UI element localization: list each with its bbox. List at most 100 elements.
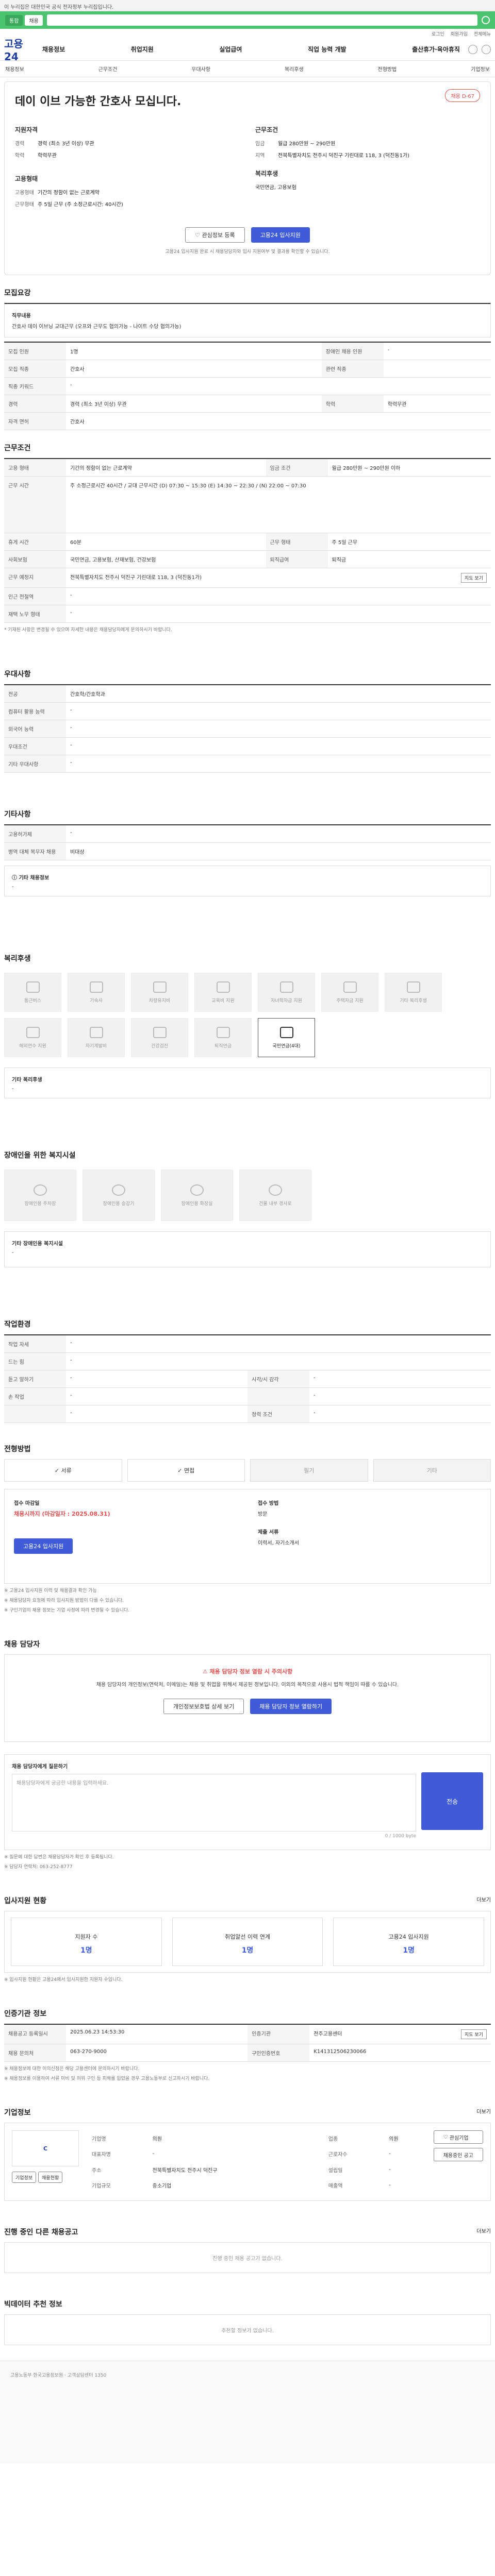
- row-key: 임금 조건: [266, 459, 328, 477]
- apply-button[interactable]: 고용24 입사지원: [251, 227, 310, 243]
- stat-card: 지원자 수 1명: [11, 1918, 162, 1966]
- header: 고용24 채용정보 취업지원 실업급여 직업 능력 개발 출산휴가·육아휴직: [0, 36, 495, 63]
- company-info-button[interactable]: 기업정보: [12, 2172, 37, 2183]
- status-note: ※ 입사지원 현황은 고용24에서 입사지원한 지원자 수입니다.: [4, 1977, 123, 1982]
- row-key: [4, 1405, 66, 1423]
- interest-company-button[interactable]: ♡ 관심기업: [433, 2130, 483, 2144]
- method-label: 서류: [61, 1467, 72, 1474]
- tab-prefer[interactable]: 우대사항: [191, 65, 210, 73]
- apply-button-2[interactable]: 고용24 입사지원: [14, 1538, 73, 1554]
- method-interview: ✓ 면접: [127, 1459, 245, 1482]
- info-section: 인증기관 정보 채용공고 등록일시 2025.06.23 14:53:30 인증기관…: [4, 2008, 491, 2081]
- more-link[interactable]: 더보기: [476, 2107, 491, 2115]
- section-title: 채용 담당자: [4, 1640, 40, 1649]
- row-value: 기간의 정함이 없는 근로계약: [66, 459, 266, 477]
- section-title: 우대사항: [4, 670, 31, 679]
- row-value: 주 5일 근무: [327, 533, 491, 551]
- tab-conditions[interactable]: 근무조건: [98, 65, 118, 73]
- more-link[interactable]: 더보기: [476, 1895, 491, 1903]
- search-tab-job[interactable]: 채용: [25, 14, 43, 26]
- table-row: 사회보험 국민연금, 고용보험, 산재보험, 건강보험 퇴직급여 퇴직금: [4, 550, 491, 568]
- row-key: 장애인 채용 인원: [321, 342, 384, 360]
- welfare-icon: [89, 1026, 103, 1038]
- welfare-label: 해외연수 지원: [19, 1043, 46, 1049]
- welfare-icon: [216, 1026, 230, 1038]
- search-tab-all[interactable]: 통합: [5, 14, 23, 26]
- company-jobs-button[interactable]: 채용현황: [38, 2172, 63, 2183]
- table-row: 모집 인원 1명 장애인 채용 인원 -: [4, 342, 491, 360]
- inquiry-textarea[interactable]: 채용담당자에게 궁금한 내용을 입력하세요.: [12, 1774, 416, 1832]
- row-key: 외국어 능력: [4, 720, 66, 738]
- nav-benefit[interactable]: 실업급여: [219, 45, 242, 54]
- table-row: 자격 면허 간호사: [4, 412, 491, 430]
- section-tabs: 채용정보 근무조건 우대사항 복리후생 전형방법 기업정보: [0, 61, 495, 77]
- warn-text: 채용 담당자의 개인정보(연락처, 이메일)는 채용 및 취업을 위해서 제공된…: [96, 1682, 399, 1688]
- table-row: 기타 우대사항 -: [4, 755, 491, 773]
- search-icon[interactable]: [482, 16, 490, 24]
- section-title: 장애인을 위한 복지시설: [4, 1151, 76, 1160]
- row-value: 퇴직금: [327, 550, 491, 568]
- welfare-label: 주택자금 지원: [336, 998, 364, 1004]
- nav-jobs[interactable]: 채용정보: [42, 45, 65, 54]
- row-value: 간호사: [66, 412, 491, 430]
- row-key: 매출액: [328, 2183, 343, 2190]
- table-row: 채용 문의처 063-270-9000 구인인증번호 K141312506230066: [4, 2044, 491, 2062]
- row-value: 국민연금, 고용보험, 산재보험, 건강보험: [66, 550, 266, 568]
- stat-label: 고용24 입사지원: [388, 1934, 429, 1940]
- search-input[interactable]: [46, 14, 477, 26]
- tab-welfare[interactable]: 복리후생: [285, 65, 304, 73]
- user-icon[interactable]: [468, 44, 477, 54]
- allmenu-link[interactable]: 전체메뉴: [474, 30, 491, 37]
- company-open-jobs-button[interactable]: 채용중인 공고: [433, 2148, 483, 2161]
- nav-leave[interactable]: 출산휴가·육아휴직: [412, 45, 460, 54]
- table-row: 컴퓨터 활용 능력 -: [4, 702, 491, 720]
- menu-icon[interactable]: [482, 44, 491, 54]
- stat-label: 지원자 수: [75, 1934, 98, 1940]
- table-row: 경력 경력 (최소 3년 이상) 무관 학력 학력무관: [4, 395, 491, 413]
- env-table: 작업 자세 - 드는 힘- 듣고 말하기 - 시각/시 감각 - 손 작업 - - - 청력 …: [4, 1334, 491, 1423]
- map-button[interactable]: 지도 보기: [461, 573, 487, 583]
- row-value: -: [66, 1352, 491, 1370]
- row-value: -: [66, 1405, 248, 1423]
- send-button[interactable]: 전송: [421, 1772, 483, 1830]
- screening-note: ※ 채용담당자 요청에 따라 입사지원 방법이 다를 수 있습니다.: [4, 1598, 124, 1603]
- tab-info[interactable]: 채용정보: [5, 65, 24, 73]
- login-link[interactable]: 로그인: [432, 30, 444, 37]
- row-key: 손 작업: [4, 1387, 66, 1405]
- more-link[interactable]: 더보기: [476, 2227, 491, 2234]
- facility-label: 건물 내부 경사로: [259, 1201, 292, 1207]
- welfare-label: 차량유지비: [148, 998, 171, 1004]
- map-button[interactable]: 지도 보기: [461, 2029, 487, 2039]
- row-key: 인증기관: [248, 2024, 310, 2044]
- info-note: ※ 채용정보를 이용하여 서류 미비 및 허위 구인 등 피해를 입었을 경우 …: [4, 2076, 210, 2081]
- tab-screening[interactable]: 전형방법: [378, 65, 397, 73]
- extra-title-text: 기타 채용정보: [19, 875, 50, 881]
- check-icon: ✓: [54, 1467, 61, 1474]
- tab-company[interactable]: 기업정보: [471, 65, 490, 73]
- row-value: 2025.06.23 14:53:30: [66, 2024, 248, 2044]
- row-value: 비대상: [66, 842, 491, 860]
- other-table: 고용허가제 - 병역 대체 복무자 채용 비대상: [4, 824, 491, 860]
- table-row: 인근 전철역 -: [4, 587, 491, 605]
- nav-support[interactable]: 취업지원: [131, 45, 154, 54]
- env-section: 작업환경 작업 자세 - 드는 힘- 듣고 말하기 - 시각/시 감각 - 손 작업 - -…: [4, 1319, 491, 1423]
- site-logo[interactable]: 고용24: [4, 36, 34, 63]
- welfare-icon: [153, 1026, 167, 1038]
- view-contact-button[interactable]: 채용 담당자 정보 열람하기: [250, 1699, 332, 1714]
- privacy-detail-button[interactable]: 개인정보보호법 상세 보기: [163, 1699, 244, 1714]
- table-row: 우대조건 -: [4, 737, 491, 755]
- req-title: 지원자격: [15, 126, 38, 133]
- signup-link[interactable]: 회원가입: [451, 30, 468, 37]
- section-title: 기업정보 더보기: [4, 2107, 491, 2117]
- table-row: 외국어 능력 -: [4, 720, 491, 738]
- screening-note: ※ 구인기업의 채용 정보는 기업 사정에 따라 변경될 수 있습니다.: [4, 1608, 130, 1613]
- row-value: -: [383, 342, 491, 360]
- extra-text: -: [12, 884, 14, 890]
- welfare-label: 자기계발비: [85, 1043, 107, 1049]
- nav-training[interactable]: 직업 능력 개발: [308, 45, 346, 54]
- interest-button[interactable]: ♡ 관심정보 등록: [185, 227, 245, 243]
- row-key: 병역 대체 복무자 채용: [4, 842, 66, 860]
- row-key: 경력: [4, 395, 66, 413]
- row-key: 휴게 시간: [4, 533, 66, 551]
- row-key: 업종: [328, 2136, 338, 2142]
